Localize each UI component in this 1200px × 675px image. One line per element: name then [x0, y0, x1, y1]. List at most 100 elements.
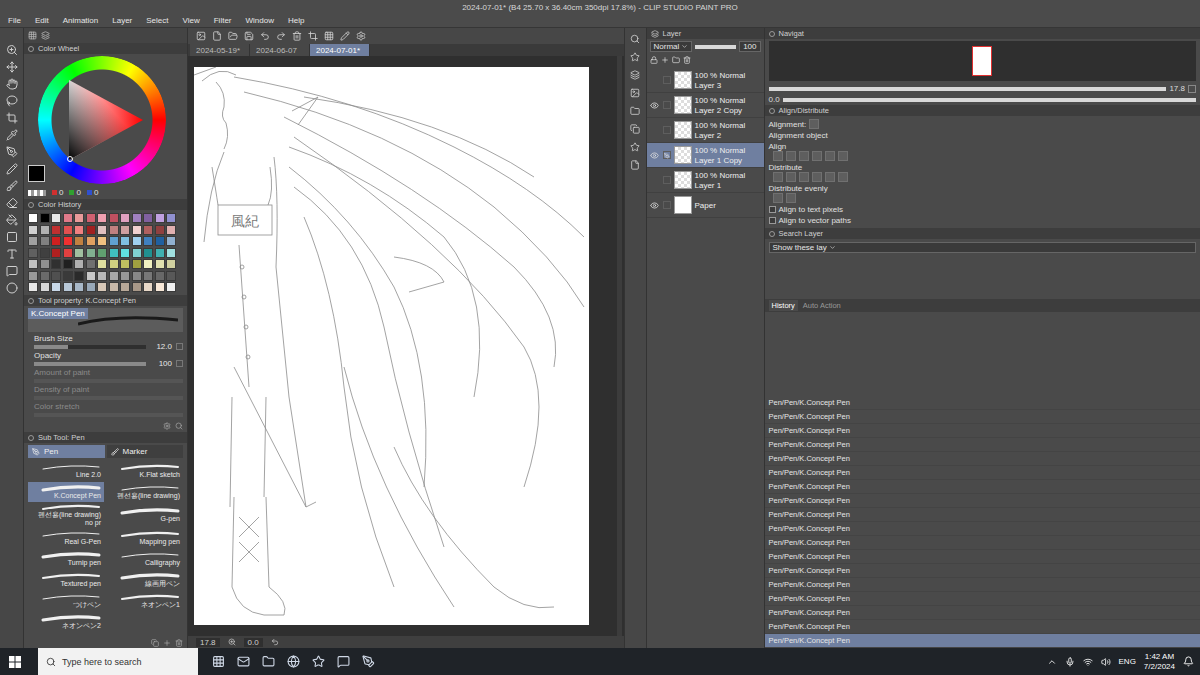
color-swatch[interactable]: [132, 236, 142, 246]
color-swatch[interactable]: [28, 225, 38, 235]
color-swatch[interactable]: [109, 248, 119, 258]
taskbar-search[interactable]: Type here to search: [38, 648, 198, 675]
color-swatch[interactable]: [166, 259, 176, 269]
layers-icon[interactable]: [41, 31, 50, 40]
edit-target-box[interactable]: [663, 176, 671, 184]
brush-item[interactable]: Real G-Pen: [28, 528, 104, 548]
color-swatch[interactable]: [28, 213, 38, 223]
menu-item[interactable]: Layer: [112, 16, 132, 25]
color-swatch[interactable]: [86, 259, 96, 269]
checkbox[interactable]: [769, 217, 776, 224]
align-option[interactable]: Align to text pixels: [769, 205, 1197, 214]
color-swatch[interactable]: [63, 282, 73, 292]
history-row[interactable]: Pen/Pen/K.Concept Pen: [765, 592, 1200, 606]
color-swatch[interactable]: [155, 282, 165, 292]
color-swatch[interactable]: [40, 236, 50, 246]
align-button-icon[interactable]: [812, 151, 822, 161]
color-swatch[interactable]: [109, 236, 119, 246]
text-icon[interactable]: [6, 248, 18, 260]
color-swatch[interactable]: [143, 271, 153, 281]
visibility-toggle[interactable]: [650, 101, 660, 110]
chevron-up-icon[interactable]: [1047, 657, 1057, 667]
folder-icon[interactable]: [672, 56, 680, 64]
color-swatch[interactable]: [28, 248, 38, 258]
blend-mode-dropdown[interactable]: Normal: [650, 41, 693, 52]
menu-item[interactable]: Edit: [35, 16, 49, 25]
brush-item[interactable]: Line 2.0: [28, 461, 104, 481]
clip-studio-icon[interactable]: [362, 655, 375, 668]
brush-item[interactable]: ネオンペン2: [28, 612, 104, 632]
zoom-icon[interactable]: [6, 44, 18, 56]
visibility-toggle[interactable]: [650, 151, 660, 160]
layer-row[interactable]: 100 % NormalLayer 2 Copy: [647, 93, 764, 118]
image-icon[interactable]: [630, 88, 640, 98]
property-slider[interactable]: [34, 362, 146, 366]
color-swatch[interactable]: [63, 213, 73, 223]
edit-target-box[interactable]: [663, 76, 671, 84]
lasso-icon[interactable]: [6, 95, 18, 107]
color-swatch[interactable]: [166, 225, 176, 235]
visibility-toggle[interactable]: [650, 201, 660, 210]
layer-row[interactable]: 100 % NormalLayer 2: [647, 118, 764, 143]
history-row[interactable]: Pen/Pen/K.Concept Pen: [765, 480, 1200, 494]
color-swatch[interactable]: [132, 248, 142, 258]
color-swatch[interactable]: [74, 259, 84, 269]
align-button-icon[interactable]: [786, 193, 796, 203]
color-swatch[interactable]: [86, 271, 96, 281]
brush-icon[interactable]: [6, 180, 18, 192]
history-tab[interactable]: History: [769, 300, 798, 311]
color-swatch[interactable]: [97, 282, 107, 292]
color-swatch[interactable]: [86, 225, 96, 235]
artwork-sketch[interactable]: 風紀: [194, 67, 589, 625]
color-swatch[interactable]: [155, 271, 165, 281]
color-swatch[interactable]: [109, 213, 119, 223]
color-swatch[interactable]: [40, 248, 50, 258]
copy-icon[interactable]: [630, 124, 640, 134]
main-color-icon[interactable]: [6, 282, 18, 294]
crop-icon[interactable]: [308, 31, 318, 41]
color-swatch[interactable]: [63, 248, 73, 258]
color-swatch[interactable]: [40, 213, 50, 223]
layer-opacity-field[interactable]: 100: [739, 41, 760, 52]
color-swatch[interactable]: [86, 282, 96, 292]
menu-item[interactable]: Help: [288, 16, 304, 25]
history-row[interactable]: Pen/Pen/K.Concept Pen: [765, 564, 1200, 578]
brush-item[interactable]: 펜선용(line drawing) no pr: [28, 503, 104, 527]
color-swatch[interactable]: [132, 259, 142, 269]
main-color-swatch[interactable]: [28, 165, 45, 182]
navigator-zoom-slider[interactable]: [769, 87, 1167, 91]
history-row[interactable]: Pen/Pen/K.Concept Pen: [765, 620, 1200, 634]
new-icon[interactable]: [196, 31, 206, 41]
color-swatch[interactable]: [97, 248, 107, 258]
color-swatch[interactable]: [120, 271, 130, 281]
alignment-object[interactable]: Alignment object: [769, 131, 1197, 140]
color-swatch[interactable]: [28, 259, 38, 269]
navigator-angle[interactable]: 0.0: [769, 95, 780, 104]
history-row[interactable]: Pen/Pen/K.Concept Pen: [765, 634, 1200, 648]
checkbox[interactable]: [769, 206, 776, 213]
layer-row[interactable]: 100 % NormalLayer 1: [647, 168, 764, 193]
spinner-icon[interactable]: [176, 343, 183, 350]
history-tab[interactable]: Auto Action: [800, 300, 844, 311]
menu-item[interactable]: Window: [246, 16, 274, 25]
zoom-icon[interactable]: [228, 638, 236, 646]
color-swatch[interactable]: [40, 271, 50, 281]
spinner-icon[interactable]: [176, 360, 183, 367]
brush-item[interactable]: Mapping pen: [107, 528, 183, 548]
color-swatch[interactable]: [155, 259, 165, 269]
color-swatch[interactable]: [28, 271, 38, 281]
sub-tool-tab[interactable]: Pen: [28, 445, 105, 458]
align-button-icon[interactable]: [773, 172, 783, 182]
settings-icon[interactable]: [163, 422, 171, 430]
move-icon[interactable]: [6, 61, 18, 73]
pencil-icon[interactable]: [6, 163, 18, 175]
history-row[interactable]: Pen/Pen/K.Concept Pen: [765, 438, 1200, 452]
color-swatch[interactable]: [74, 236, 84, 246]
language-indicator[interactable]: ENG: [1119, 657, 1136, 666]
color-swatch[interactable]: [28, 282, 38, 292]
color-swatch[interactable]: [155, 213, 165, 223]
color-swatch[interactable]: [63, 259, 73, 269]
color-swatch[interactable]: [109, 271, 119, 281]
clock[interactable]: 1:42 AM7/2/2024: [1144, 652, 1175, 672]
color-swatch[interactable]: [40, 225, 50, 235]
